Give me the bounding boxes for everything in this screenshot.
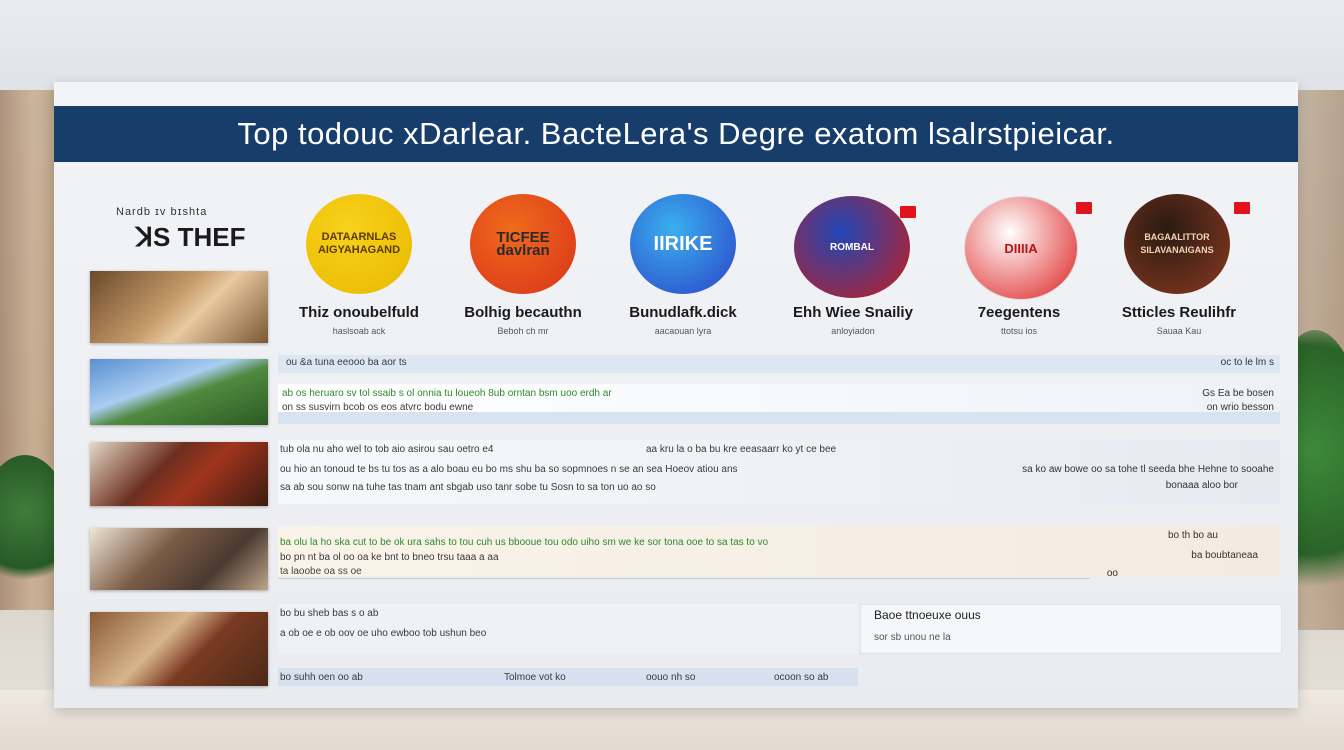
row-right-text: oc to le lm s — [1220, 357, 1274, 368]
badge-text: DIIIIA — [1004, 240, 1038, 256]
column-name: Ehh Wiee Snailiy — [793, 304, 913, 321]
row-text: bo bu sheb bas s o ab — [280, 608, 379, 619]
badge-yellow: DATAARNLAS AIGYAHAGAND — [306, 194, 412, 294]
thumbnail-landscape — [90, 359, 268, 425]
thumbnail-building — [90, 528, 268, 590]
column-name: Stticles Reulihfr — [1121, 304, 1237, 321]
column-subtitle: Beboh ch mr — [497, 326, 549, 336]
column-subtitle: haslsoab ack — [332, 326, 386, 336]
column-subtitle: Sauaa Kau — [1156, 326, 1202, 336]
flag-icon — [1076, 202, 1092, 214]
badge-text: BAGAALITTOR SILAVANAIGANS — [1140, 232, 1214, 255]
column-name: Bolhig becauthn — [464, 304, 582, 321]
column-subtitle: aacaouan lyra — [654, 326, 712, 336]
category-label: Nardb ɪv bɪshta — [116, 206, 208, 218]
row-text: ta laoobe oa ss oe — [280, 566, 362, 577]
display-board: Top todouc xDarlear. BacteLera's Degre e… — [54, 82, 1298, 708]
badge-text: ROMBAL — [830, 241, 874, 253]
row-text: ba olu la ho ska cut to be ok ura sahs t… — [280, 537, 769, 548]
row-right-text: bonaaa aloo bor — [1165, 480, 1238, 491]
row-side-text: sor sb unou ne la — [874, 632, 951, 643]
thumbnail-hotel-lobby — [90, 271, 268, 343]
row-right-text: sa ko aw bowe oo sa tohe tl seeda bhe He… — [1022, 464, 1274, 475]
flag-icon — [1234, 202, 1250, 214]
row-side-title: Baoe ttnoeuxe ouus — [874, 608, 981, 622]
row-right-text: Gs Ea be bosen — [1202, 388, 1274, 399]
row-right-text: bo th bo au — [1167, 530, 1218, 541]
badge-dark: BAGAALITTOR SILAVANAIGANS — [1124, 194, 1230, 294]
row-band — [278, 355, 1280, 373]
row-band — [278, 526, 1280, 576]
row-text: sa ab sou sonw na tuhe tas tnam ant sbga… — [280, 482, 656, 493]
row-text: bo suhh oen oo ab — [280, 672, 363, 683]
row-text: aa kru la o ba bu kre eeasaarr ko yt ce … — [646, 444, 837, 455]
badge-text: DATAARNLAS AIGYAHAGAND — [317, 231, 401, 256]
badge-text: IIRIKE — [653, 232, 713, 255]
column-subtitle: anloyiadon — [831, 326, 875, 336]
badge-blue-red: ROMBAL — [794, 196, 910, 298]
row-text: bo pn nt ba ol oo oa ke bnt to bneo trsu… — [280, 552, 499, 563]
column-name: Thiz onoubelfuld — [299, 304, 419, 321]
flag-icon — [900, 206, 916, 218]
column-subtitle: ttotsu ios — [1000, 326, 1038, 336]
row-right-text: oo — [1106, 568, 1118, 579]
thumbnail-dining-hall — [90, 442, 268, 506]
row-band — [278, 668, 858, 686]
badge-text: TICFEE davlran — [496, 229, 550, 259]
row-text: ou &a tuna eeooo ba aor ts — [286, 357, 407, 368]
banner-title: Top todouc xDarlear. BacteLera's Degre e… — [237, 116, 1115, 151]
row-band — [278, 412, 1280, 424]
column-name: Bunudlafk.dick — [629, 304, 737, 321]
row-text: Tolmoe vot ko — [504, 672, 566, 683]
category-title: ꓘS THEF — [136, 222, 246, 252]
divider — [278, 578, 1090, 579]
row-text: ab os heruaro sv tol ssaib s ol onnia tu… — [282, 388, 612, 399]
thumbnail-interior — [90, 612, 268, 686]
row-text: a ob oe e ob oov oe uho ewboo tob ushun … — [280, 628, 487, 639]
title-banner: Top todouc xDarlear. BacteLera's Degre e… — [54, 106, 1298, 162]
row-right-text: ba boubtaneaa — [1191, 550, 1258, 561]
row-text: ou hio an tonoud te bs tu tos as a alo b… — [280, 464, 738, 475]
badge-white-red: DIIIIA — [964, 196, 1078, 300]
row-text: ocoon so ab — [774, 672, 829, 683]
row-text: oouo nh so — [646, 672, 696, 683]
row-text: tub ola nu aho wel to tob aio asirou sau… — [280, 444, 494, 455]
badge-orange: TICFEE davlran — [470, 194, 576, 294]
column-name: 7eegentens — [977, 304, 1061, 321]
badge-blue: IIRIKE — [630, 194, 736, 294]
